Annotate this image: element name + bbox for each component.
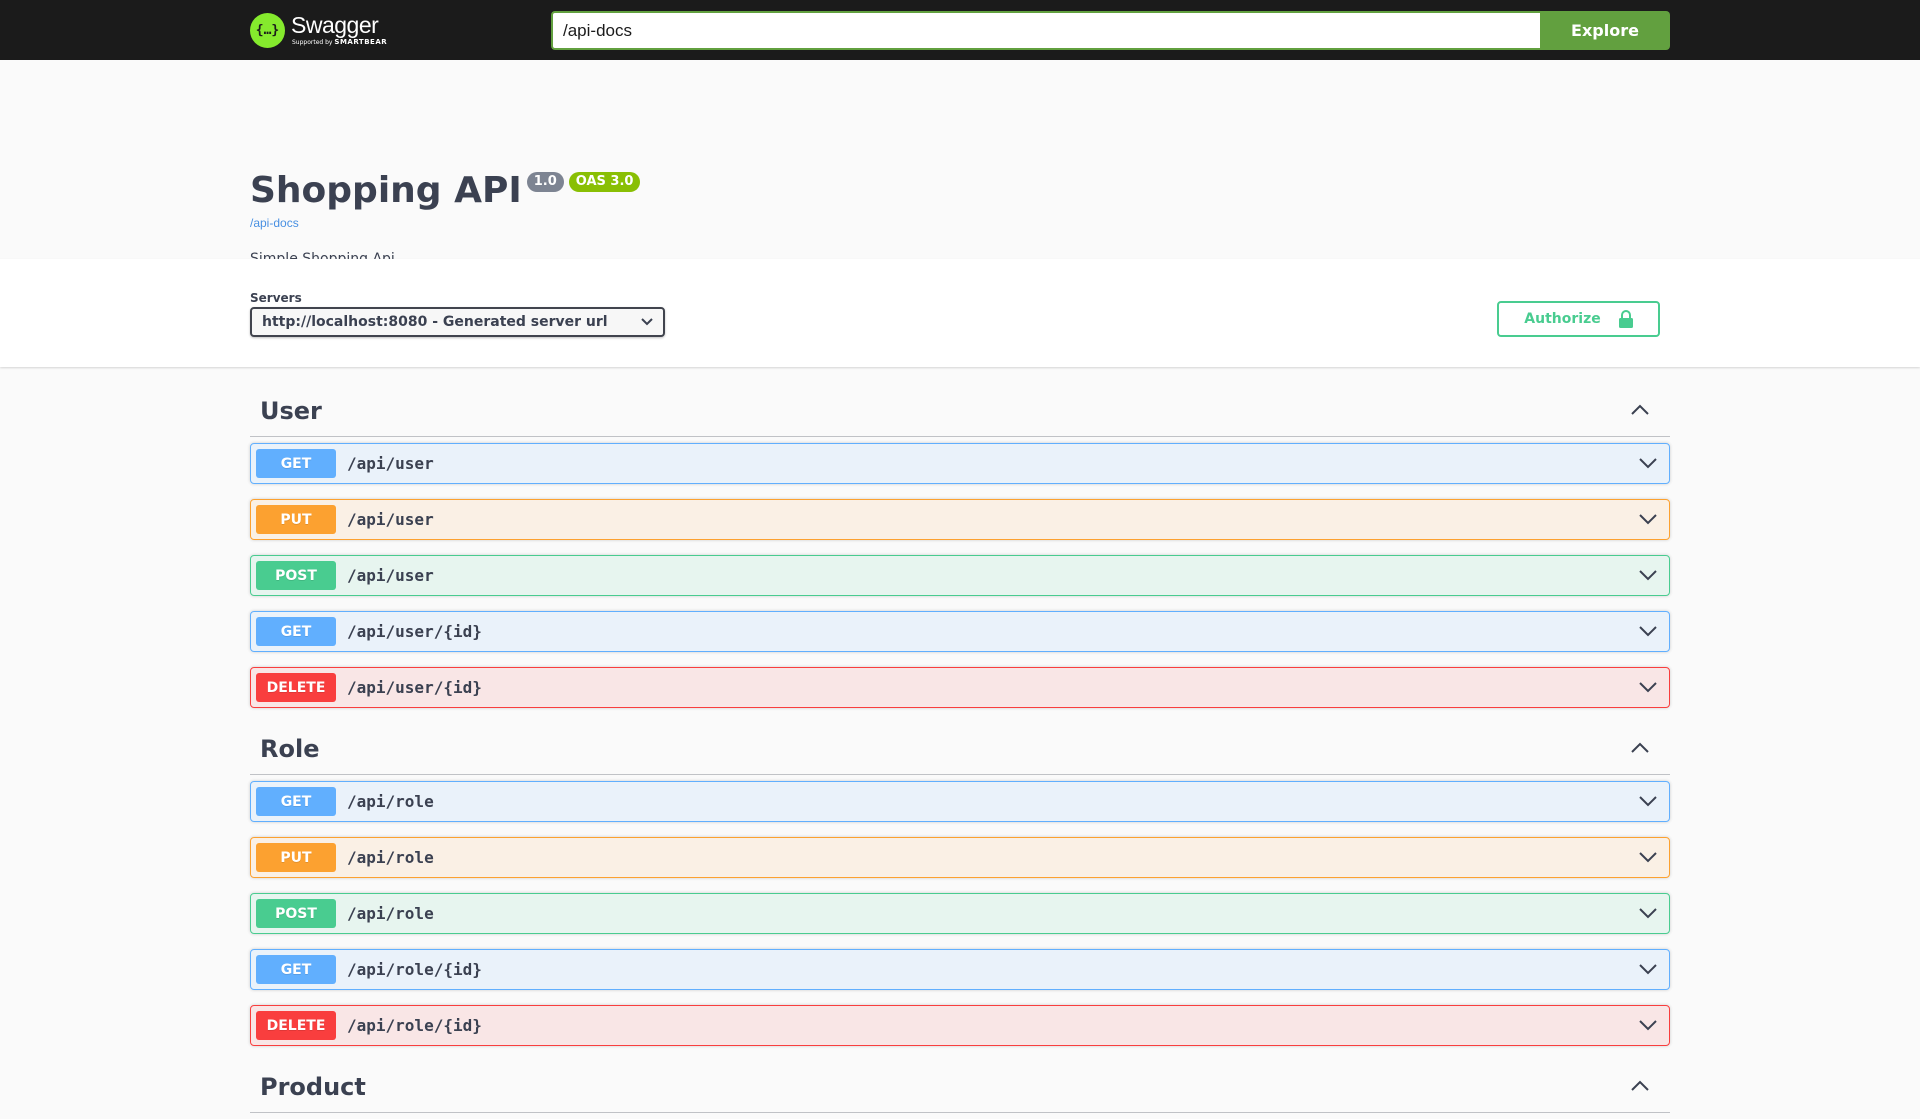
chevron-down-icon[interactable]: [1638, 510, 1658, 529]
operation-path: /api/role/{id}: [347, 1016, 482, 1035]
logo-text-block: Swagger Supported by SMARTBEAR: [291, 14, 387, 46]
tag-title: Role: [260, 734, 320, 763]
info-section: Shopping API 1.0 OAS 3.0 /api-docs Simpl…: [0, 60, 1920, 267]
tag-header-user[interactable]: User: [250, 385, 1670, 437]
operations-container: User GET/api/user PUT/api/user POST/api/use…: [250, 385, 1670, 1119]
method-badge: POST: [256, 561, 336, 590]
logo-name: Swagger: [291, 12, 379, 38]
explore-button[interactable]: Explore: [1540, 11, 1670, 50]
tag-header-product[interactable]: Product: [250, 1061, 1670, 1113]
method-badge: GET: [256, 787, 336, 816]
tag-header-role[interactable]: Role: [250, 723, 1670, 775]
api-url-input[interactable]: [551, 11, 1540, 50]
operation-path: /api/user: [347, 454, 434, 473]
tag-section-role: Role GET/api/role PUT/api/role POST/api/rol…: [250, 723, 1670, 1046]
chevron-up-icon[interactable]: [1630, 739, 1650, 758]
chevron-down-icon[interactable]: [1638, 622, 1658, 641]
servers-section: Servers http://localhost:8080 - Generate…: [0, 259, 1920, 367]
operation-row[interactable]: DELETE/api/user/{id}: [250, 667, 1670, 708]
operation-row[interactable]: PUT/api/role: [250, 837, 1670, 878]
operation-path: /api/role: [347, 792, 434, 811]
operation-path: /api/user: [347, 566, 434, 585]
servers-select[interactable]: http://localhost:8080 - Generated server…: [250, 307, 665, 337]
chevron-down-icon[interactable]: [1638, 1016, 1658, 1035]
topbar: {…} Swagger Supported by SMARTBEAR Explo…: [0, 0, 1920, 60]
swagger-logo-icon: {…}: [250, 12, 285, 48]
method-badge: PUT: [256, 505, 336, 534]
lock-icon: [1618, 310, 1633, 328]
method-badge: DELETE: [256, 673, 336, 702]
method-badge: DELETE: [256, 1011, 336, 1040]
logo-sub-brand: SMARTBEAR: [334, 38, 388, 46]
logo-sub: Supported by SMARTBEAR: [292, 39, 387, 46]
tag-section-user: User GET/api/user PUT/api/user POST/api/use…: [250, 385, 1670, 708]
operation-row[interactable]: GET/api/role/{id}: [250, 949, 1670, 990]
tag-section-product: Product: [250, 1061, 1670, 1113]
operation-row[interactable]: GET/api/user: [250, 443, 1670, 484]
method-badge: GET: [256, 449, 336, 478]
servers-selected-value: http://localhost:8080 - Generated server…: [262, 314, 608, 330]
method-badge: GET: [256, 955, 336, 984]
operation-row[interactable]: GET/api/role: [250, 781, 1670, 822]
url-form: Explore: [551, 11, 1670, 50]
version-badge: 1.0: [526, 172, 564, 192]
servers-label: Servers: [250, 291, 302, 305]
chevron-up-icon[interactable]: [1630, 401, 1650, 420]
operation-path: /api/user: [347, 510, 434, 529]
logo-sub-prefix: Supported by: [292, 39, 333, 46]
operation-path: /api/role: [347, 904, 434, 923]
chevron-down-icon[interactable]: [1638, 848, 1658, 867]
api-docs-link[interactable]: /api-docs: [250, 216, 299, 230]
chevron-down-icon[interactable]: [1638, 904, 1658, 923]
chevron-down-icon[interactable]: [1638, 454, 1658, 473]
title-row: Shopping API 1.0 OAS 3.0: [250, 168, 641, 214]
chevron-down-icon[interactable]: [1638, 566, 1658, 585]
operation-row[interactable]: POST/api/user: [250, 555, 1670, 596]
page-title: Shopping API: [250, 170, 522, 211]
method-badge: PUT: [256, 843, 336, 872]
operation-row[interactable]: POST/api/role: [250, 893, 1670, 934]
operation-row[interactable]: GET/api/user/{id}: [250, 611, 1670, 652]
method-badge: POST: [256, 899, 336, 928]
authorize-label: Authorize: [1524, 311, 1601, 327]
authorize-button[interactable]: Authorize: [1497, 301, 1660, 337]
operation-path: /api/role: [347, 848, 434, 867]
operation-row[interactable]: DELETE/api/role/{id}: [250, 1005, 1670, 1046]
chevron-down-icon[interactable]: [1638, 960, 1658, 979]
swagger-logo[interactable]: {…} Swagger Supported by SMARTBEAR: [250, 10, 387, 50]
method-badge: GET: [256, 617, 336, 646]
tag-title: User: [260, 396, 322, 425]
operation-path: /api/role/{id}: [347, 960, 482, 979]
operation-row[interactable]: PUT/api/user: [250, 499, 1670, 540]
chevron-down-icon[interactable]: [1638, 792, 1658, 811]
operation-path: /api/user/{id}: [347, 678, 482, 697]
tag-title: Product: [260, 1072, 366, 1101]
chevron-down-icon[interactable]: [1638, 678, 1658, 697]
chevron-down-icon: [641, 318, 653, 326]
operation-path: /api/user/{id}: [347, 622, 482, 641]
oas-badge: OAS 3.0: [568, 172, 641, 192]
